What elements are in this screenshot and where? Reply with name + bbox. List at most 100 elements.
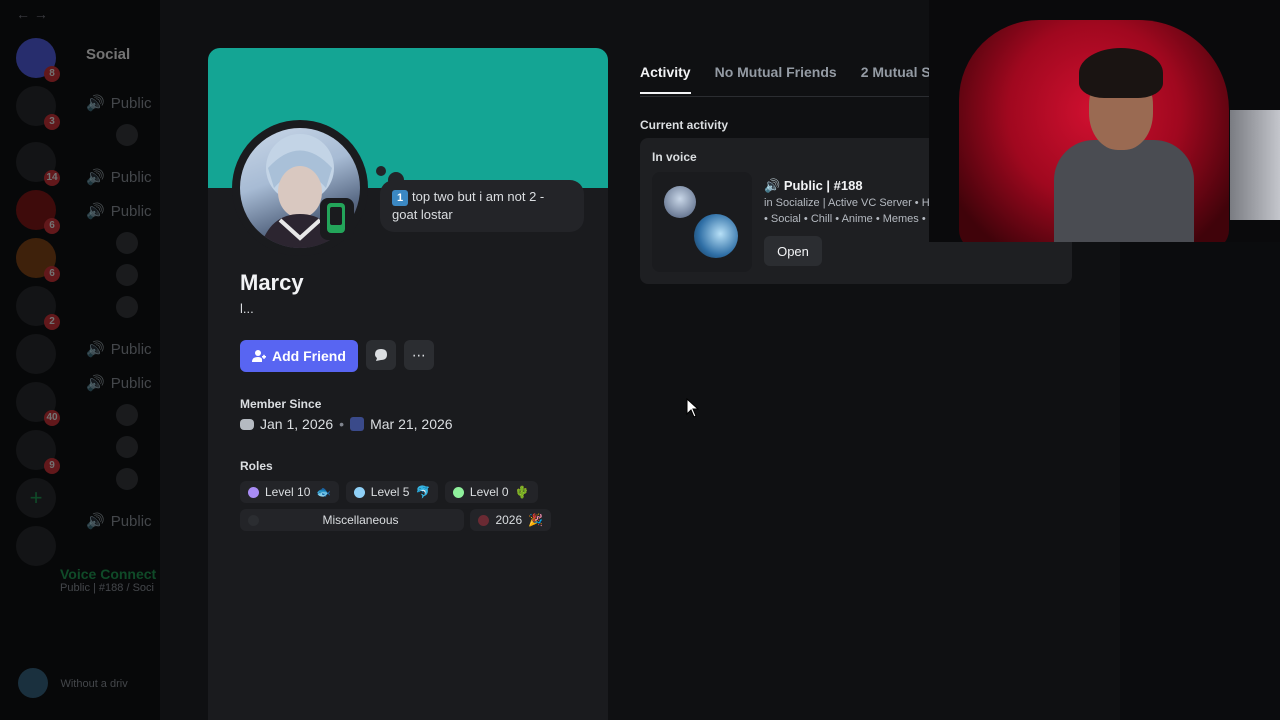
server-badge: 6 [44,218,60,234]
custom-status-bubble: 1 top two but i am not 2 - goat lostar [380,180,584,232]
server-badge: 6 [44,266,60,282]
role-emoji: 🐟 [316,485,332,499]
role-label: Level 0 [469,485,509,499]
role-label: Miscellaneous [322,513,399,527]
webcam-person-body [1054,140,1194,242]
keycap-one-icon: 1 [392,190,408,206]
role-color-dot [452,486,464,498]
add-friend-icon [252,350,266,362]
avatar[interactable] [18,668,48,698]
profile-card: 1 top two but i am not 2 - goat lostar Ma… [208,48,608,720]
channel-label: Public [110,513,152,530]
voice-channel[interactable]: 🔊 Public [86,202,152,220]
server-badge: 2 [44,314,60,330]
discord-since-date: Jan 1, 2026 [260,416,334,432]
voice-channel[interactable]: 🔊 Public [86,94,152,112]
voice-member-avatar[interactable] [116,264,138,286]
server-icon[interactable]: 14 [16,142,60,186]
voice-member-avatar[interactable] [116,124,138,146]
channel-label: Public [110,375,152,392]
tab-mutual-friends[interactable]: No Mutual Friends [715,64,837,94]
add-friend-button[interactable]: Add Friend [240,340,358,372]
discord-logo-icon [240,418,254,430]
server-icon[interactable] [16,334,56,374]
server-badge: 3 [44,114,60,130]
role-pill[interactable]: Level 0 🌵 [444,481,538,503]
server-icon[interactable]: 40 [16,382,60,426]
open-button[interactable]: Open [764,236,822,266]
role-pill[interactable]: Miscellaneous [240,509,464,531]
voice-connected-subtitle[interactable]: Public | #188 / Soci [60,582,156,594]
role-label: Level 5 [370,485,410,499]
server-icon [350,417,365,431]
voice-channel[interactable]: 🔊 Public [86,340,152,358]
separator-dot: • [339,416,345,432]
role-pill[interactable]: 2026 🎉 [470,509,552,531]
speaker-icon: 🔊 [764,178,781,193]
member-since-row: Jan 1, 2026 • Mar 21, 2026 [240,416,453,432]
custom-status-text: top two but i am not 2 - goat lostar [392,189,545,222]
voice-channel[interactable]: 🔊 Public [86,374,152,392]
webcam-overlay [929,0,1280,242]
server-icon[interactable]: 3 [16,86,60,130]
webcam-person-hair [1079,48,1163,98]
server-badge: 8 [44,66,60,82]
role-color-dot [248,514,259,526]
avatar [664,186,696,218]
server-icon[interactable]: 6 [16,190,60,234]
add-friend-label: Add Friend [272,348,346,364]
server-badge: 40 [44,410,60,426]
speaker-icon: 🔊 [86,341,105,358]
role-emoji: 🐬 [415,485,431,499]
tab-activity[interactable]: Activity [640,64,691,94]
voice-member-avatar[interactable] [116,436,138,458]
voice-member-avatar[interactable] [116,404,138,426]
user-panel[interactable]: Without a driv [18,668,128,698]
voice-tags-line: • Social • Chill • Anime • Memes • [764,213,926,225]
channel-list: Social 🔊 Public 🔊 Public 🔊 Public 🔊 Public 🔊… [72,0,160,720]
member-since-label: Member Since [240,397,322,411]
add-server-icon[interactable]: + [16,478,56,518]
role-pill[interactable]: Level 10 🐟 [240,481,340,503]
voice-server-line: in Socialize | Active VC Server • H [764,197,930,209]
server-icon[interactable]: 9 [16,430,60,474]
discover-icon[interactable] [16,526,56,566]
voice-thumbnail [652,172,752,272]
server-badge: 14 [44,170,60,186]
server-badge: 9 [44,458,60,474]
user-status-text: Without a driv [60,678,128,691]
profile-actions: Add Friend ⋯ [240,340,434,372]
voice-channel[interactable]: 🔊 Public [86,168,152,186]
server-icon[interactable]: 2 [16,286,60,330]
voice-member-avatar[interactable] [116,468,138,490]
server-since-date: Mar 21, 2026 [370,416,453,432]
speaker-icon: 🔊 [86,375,105,392]
voice-member-avatar[interactable] [116,296,138,318]
discord-home-icon[interactable]: 8 [16,38,60,82]
profile-tabs: Activity No Mutual Friends 2 Mutual Serv [640,64,952,94]
bubble-dot [376,166,386,176]
pronouns: l... [240,301,254,316]
voice-channel-title: 🔊 Public | #188 [764,178,863,193]
channel-label: Public [110,341,152,358]
voice-member-avatar[interactable] [116,232,138,254]
server-rail: 8 3 14 6 6 2 40 9 + [0,0,72,720]
channel-label: Public [110,169,152,186]
server-icon[interactable]: 6 [16,238,60,282]
display-name: Marcy [240,270,304,295]
more-options-button[interactable]: ⋯ [403,340,434,370]
webcam-light [1230,110,1280,220]
message-button[interactable] [365,340,396,370]
role-label: 2026 [495,513,523,527]
role-color-dot [248,486,259,498]
speaker-icon: 🔊 [86,95,105,112]
more-icon: ⋯ [411,346,426,363]
avatar [694,214,738,258]
voice-connected-title: Voice Connect [60,566,157,582]
server-title[interactable]: Social [86,46,130,63]
speaker-icon: 🔊 [86,169,105,186]
left-sidebar: ← → 8 3 14 6 6 2 40 9 + Social 🔊 Public 🔊… [0,0,160,720]
message-icon [374,349,387,361]
role-pill[interactable]: Level 5 🐬 [345,481,439,503]
voice-channel[interactable]: 🔊 Public [86,512,152,530]
